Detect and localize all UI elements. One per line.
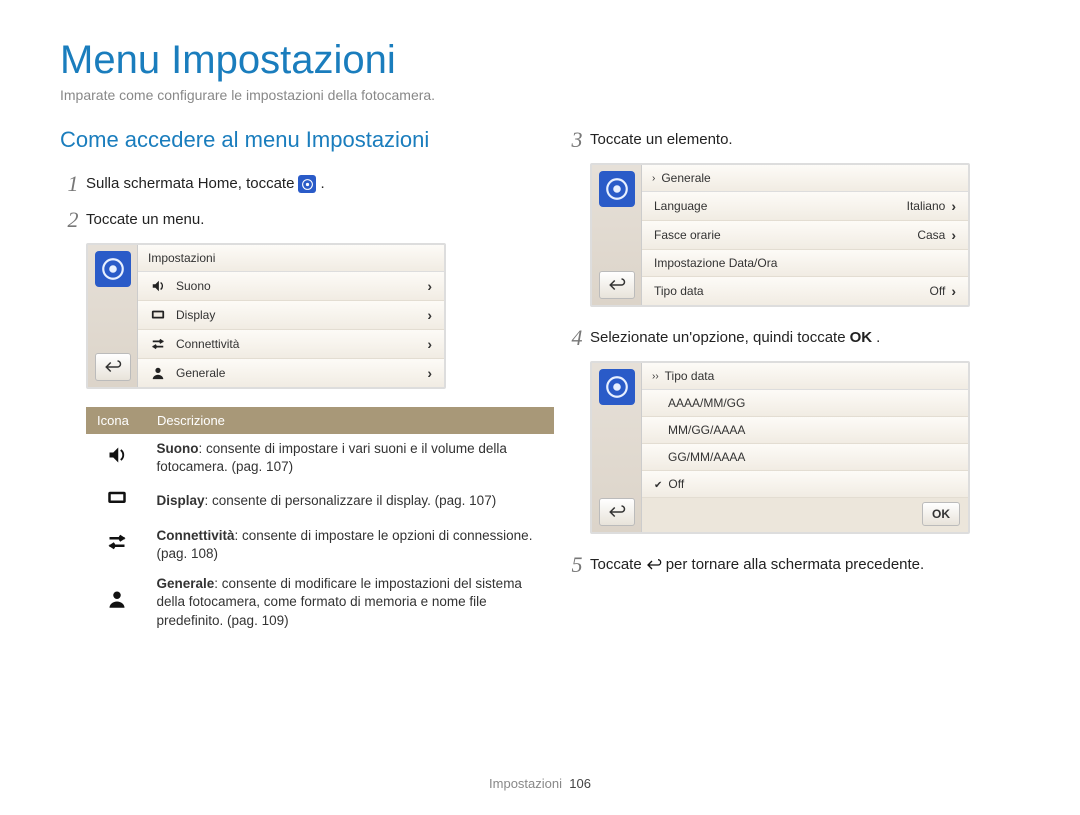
step-2: 2 Toccate un menu. bbox=[60, 207, 516, 233]
step-number: 1 bbox=[60, 171, 86, 197]
display-icon bbox=[150, 308, 166, 322]
step-5: 5 Toccate per tornare alla schermata pre… bbox=[564, 552, 1020, 578]
step1-text-post: . bbox=[320, 173, 324, 196]
step-4: 4 Selezionate un'opzione, quindi toccate… bbox=[564, 325, 1020, 351]
page-subtitle: Imparate come configurare le impostazion… bbox=[60, 87, 1020, 103]
icon-description-table: Icona Descrizione Suono: consente di imp… bbox=[86, 407, 554, 636]
list-item-language[interactable]: Language Italiano› bbox=[642, 192, 968, 221]
step-number: 5 bbox=[564, 552, 590, 578]
step-1: 1 Sulla schermata Home, toccate . bbox=[60, 171, 516, 197]
gear-icon bbox=[599, 171, 635, 207]
chevron-right-icon: › bbox=[951, 283, 956, 299]
gear-icon bbox=[599, 369, 635, 405]
display-icon bbox=[107, 492, 127, 512]
connectivity-icon bbox=[150, 337, 166, 351]
user-icon bbox=[107, 593, 127, 613]
chevron-right-icon: ›› bbox=[652, 371, 659, 382]
option-off-selected[interactable]: Off bbox=[642, 471, 968, 498]
table-row: Display: consente di personalizzare il d… bbox=[87, 482, 554, 520]
back-button[interactable] bbox=[95, 353, 131, 381]
ok-button[interactable]: OK bbox=[922, 502, 960, 526]
table-row: Generale: consente di modificare le impo… bbox=[87, 569, 554, 636]
device-screenshot-settings: Impostazioni Suono › Display › Connettiv… bbox=[86, 243, 446, 389]
section-title: Come accedere al menu Impostazioni bbox=[60, 127, 516, 153]
page-footer: Impostazioni 106 bbox=[0, 776, 1080, 791]
table-row: Connettività: consente di impostare le o… bbox=[87, 521, 554, 569]
breadcrumb[interactable]: ››Tipo data bbox=[642, 363, 968, 390]
home-settings-icon bbox=[298, 175, 316, 193]
chevron-right-icon: › bbox=[427, 278, 432, 294]
step-number: 2 bbox=[60, 207, 86, 233]
list-item-tipo-data[interactable]: Tipo data Off› bbox=[642, 277, 968, 305]
col-header-icona: Icona bbox=[87, 408, 147, 434]
chevron-right-icon: › bbox=[951, 227, 956, 243]
step1-text-pre: Sulla schermata Home, toccate bbox=[86, 173, 294, 196]
sound-icon bbox=[150, 279, 166, 293]
col-header-descrizione: Descrizione bbox=[147, 408, 554, 434]
chevron-right-icon: › bbox=[427, 336, 432, 352]
step-number: 4 bbox=[564, 325, 590, 351]
menu-item-generale[interactable]: Generale › bbox=[138, 359, 444, 387]
chevron-right-icon: › bbox=[427, 307, 432, 323]
chevron-right-icon: › bbox=[652, 173, 655, 184]
step4-text-pre: Selezionate un'opzione, quindi toccate bbox=[590, 327, 846, 350]
step-number: 3 bbox=[564, 127, 590, 153]
menu-title: Impostazioni bbox=[138, 245, 444, 272]
connectivity-icon bbox=[107, 536, 127, 556]
back-icon bbox=[646, 558, 662, 572]
menu-item-connettivita[interactable]: Connettività › bbox=[138, 330, 444, 359]
option-mm-gg-aaaa[interactable]: MM/GG/AAAA bbox=[642, 417, 968, 444]
list-item-fasce-orarie[interactable]: Fasce orarie Casa› bbox=[642, 221, 968, 250]
step5-text-post: per tornare alla schermata precedente. bbox=[666, 554, 924, 577]
page-title: Menu Impostazioni bbox=[60, 38, 1020, 83]
user-icon bbox=[150, 366, 166, 380]
gear-icon bbox=[95, 251, 131, 287]
chevron-right-icon: › bbox=[427, 365, 432, 381]
step3-text: Toccate un elemento. bbox=[590, 129, 733, 152]
step5-text-pre: Toccate bbox=[590, 554, 642, 577]
ok-label-inline: OK bbox=[850, 327, 873, 350]
back-button[interactable] bbox=[599, 271, 635, 299]
list-item-data-ora[interactable]: Impostazione Data/Ora bbox=[642, 250, 968, 277]
step4-text-post: . bbox=[876, 327, 880, 350]
step-3: 3 Toccate un elemento. bbox=[564, 127, 1020, 153]
option-gg-mm-aaaa[interactable]: GG/MM/AAAA bbox=[642, 444, 968, 471]
device-screenshot-tipo-data: ››Tipo data AAAA/MM/GG MM/GG/AAAA GG/MM/… bbox=[590, 361, 970, 534]
back-button[interactable] bbox=[599, 498, 635, 526]
option-aaaa-mm-gg[interactable]: AAAA/MM/GG bbox=[642, 390, 968, 417]
menu-item-display[interactable]: Display › bbox=[138, 301, 444, 330]
table-row: Suono: consente di impostare i vari suon… bbox=[87, 434, 554, 483]
chevron-right-icon: › bbox=[951, 198, 956, 214]
breadcrumb[interactable]: ›Generale bbox=[642, 165, 968, 192]
sound-icon bbox=[107, 449, 127, 469]
menu-item-suono[interactable]: Suono › bbox=[138, 272, 444, 301]
device-screenshot-generale: ›Generale Language Italiano› Fasce orari… bbox=[590, 163, 970, 307]
step2-text: Toccate un menu. bbox=[86, 209, 204, 232]
